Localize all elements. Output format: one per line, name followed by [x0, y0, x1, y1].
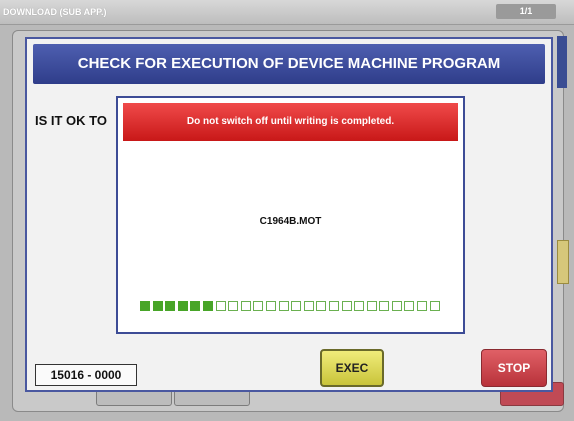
- progress-segment-empty: [253, 301, 264, 311]
- page-indicator: 1/1: [496, 4, 556, 19]
- progress-segment-filled: [140, 301, 150, 311]
- progress-dialog: Do not switch off until writing is compl…: [116, 96, 465, 334]
- progress-segment-filled: [202, 301, 213, 311]
- progress-segment-empty: [379, 301, 390, 311]
- confirm-question: IS IT OK TO: [35, 113, 107, 128]
- progress-segment-filled: [165, 301, 176, 311]
- progress-segment-filled: [152, 301, 163, 311]
- progress-bar: [140, 301, 442, 313]
- progress-segment-empty: [316, 301, 327, 311]
- progress-segment-empty: [278, 301, 289, 311]
- status-code: 15016 - 0000: [35, 364, 137, 386]
- progress-segment-filled: [177, 301, 188, 311]
- file-name: C1964B.MOT: [259, 216, 322, 227]
- progress-segment-empty: [341, 301, 352, 311]
- progress-segment-filled: [190, 301, 201, 311]
- confirm-header: CHECK FOR EXECUTION OF DEVICE MACHINE PR…: [33, 44, 545, 84]
- warning-banner: Do not switch off until writing is compl…: [123, 103, 458, 141]
- progress-segment-empty: [366, 301, 377, 311]
- stop-button[interactable]: STOP: [481, 349, 547, 387]
- window-title: DOWNLOAD (SUB APP.): [3, 7, 107, 17]
- exec-button[interactable]: EXEC: [320, 349, 384, 387]
- progress-segment-empty: [303, 301, 314, 311]
- title-bar: DOWNLOAD (SUB APP.) 1/1: [0, 0, 574, 25]
- progress-segment-empty: [215, 301, 226, 311]
- progress-segment-empty: [328, 301, 339, 311]
- progress-segment-empty: [228, 301, 239, 311]
- progress-segment-empty: [291, 301, 302, 311]
- progress-segment-empty: [265, 301, 276, 311]
- progress-segment-empty: [429, 301, 440, 311]
- progress-segment-empty: [240, 301, 251, 311]
- background-header-edge: [557, 36, 567, 88]
- progress-segment-empty: [417, 301, 428, 311]
- background-side-button: [557, 240, 569, 284]
- progress-segment-empty: [354, 301, 365, 311]
- progress-segment-empty: [391, 301, 402, 311]
- progress-segment-empty: [404, 301, 415, 311]
